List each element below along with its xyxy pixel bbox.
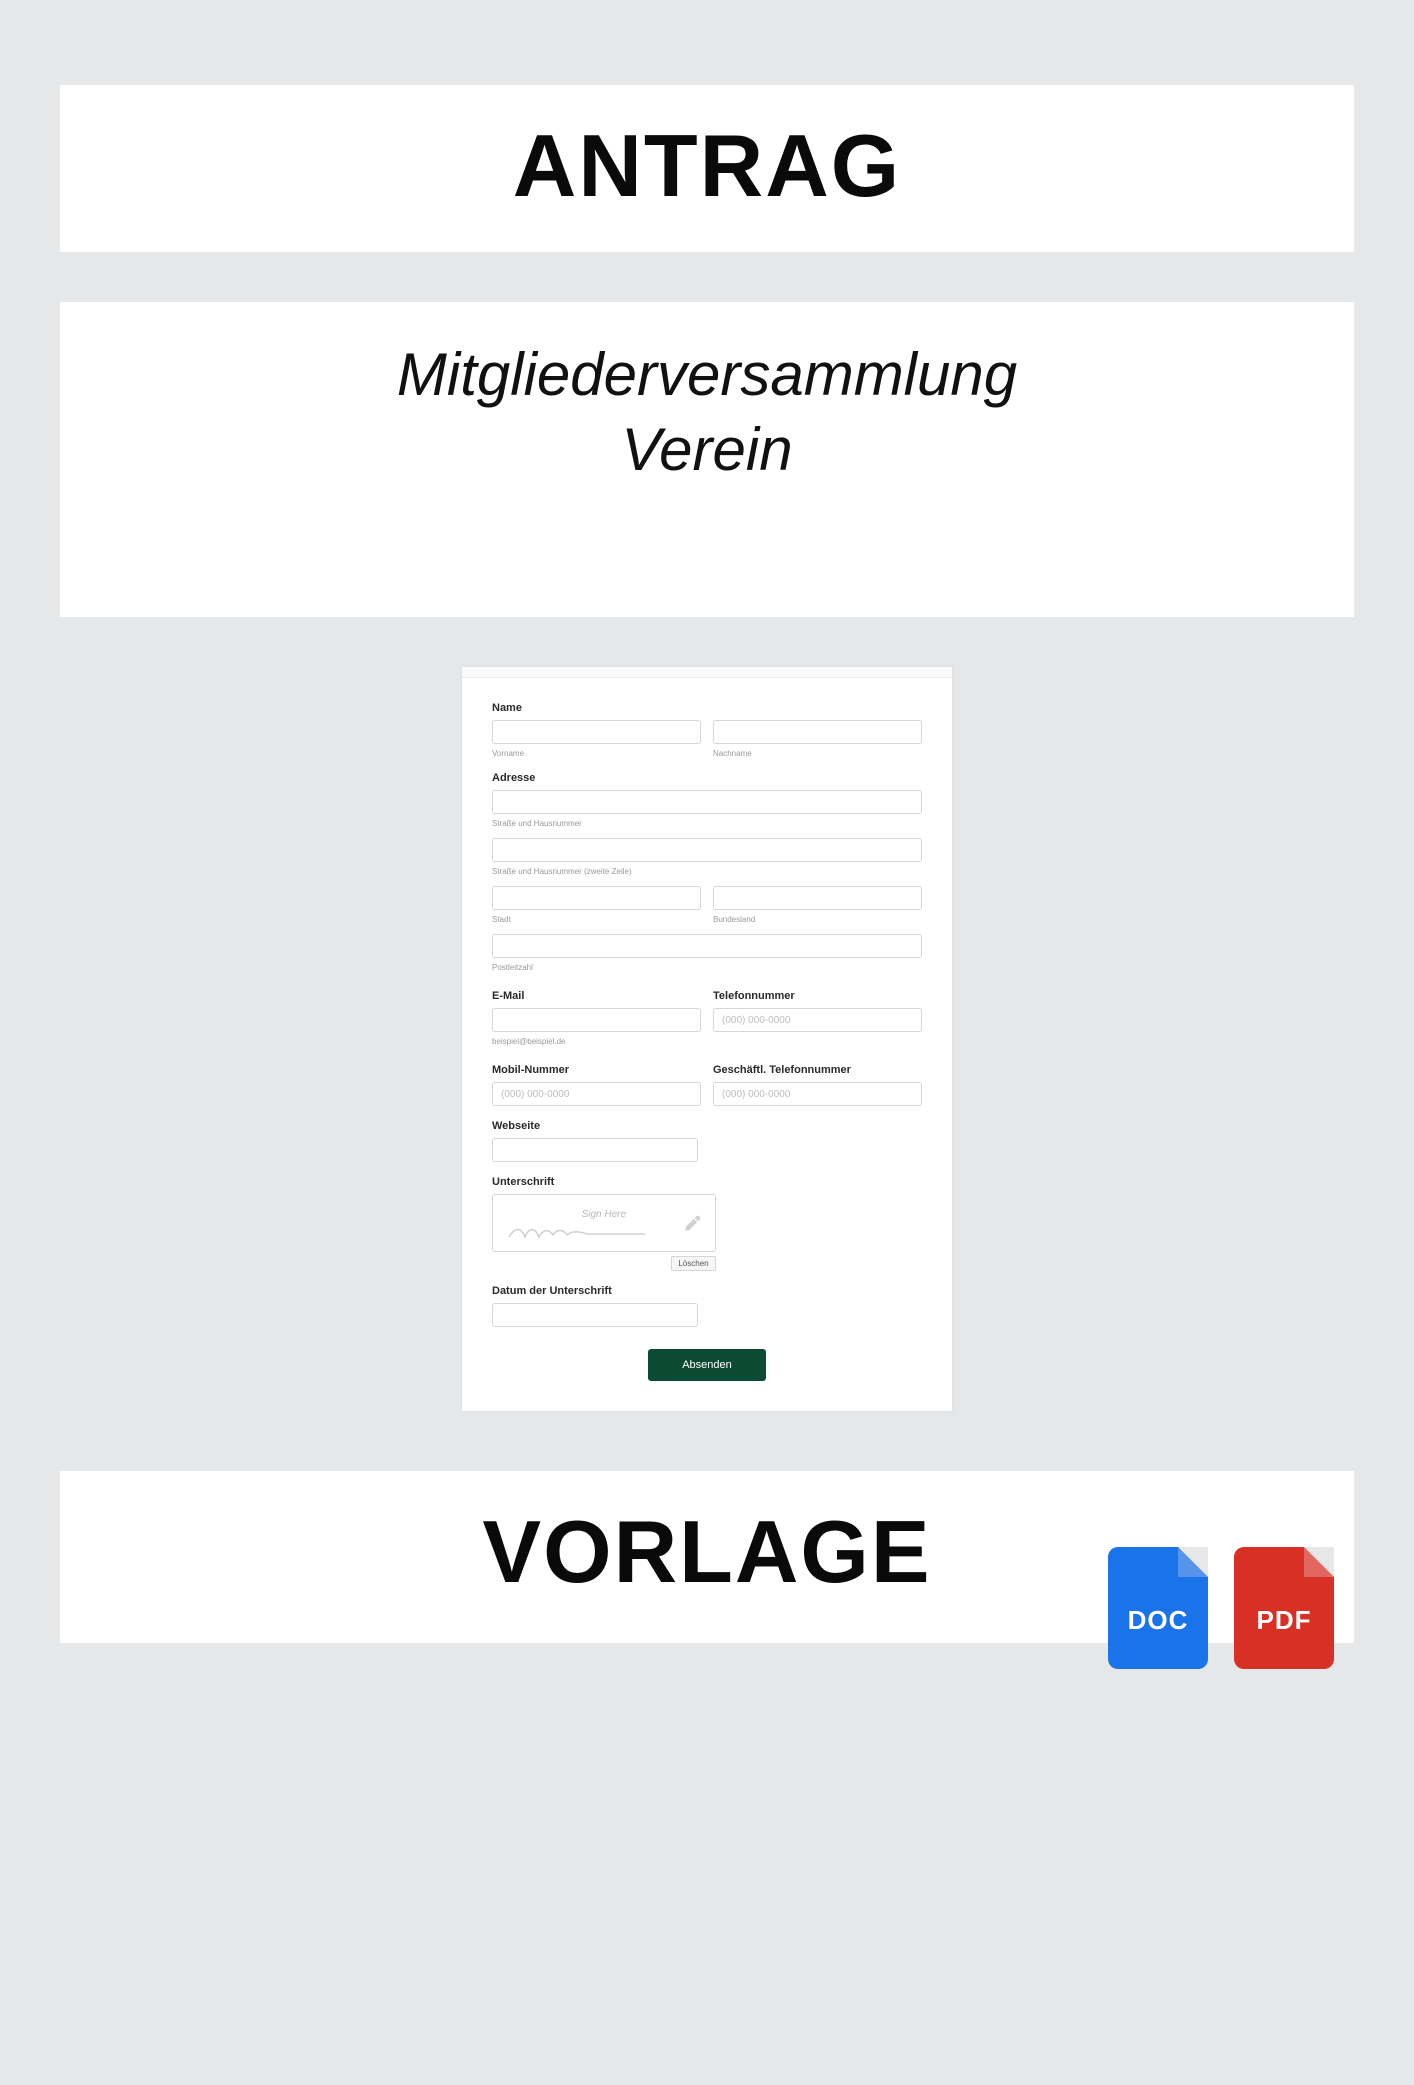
webseite-label: Webseite xyxy=(492,1120,922,1132)
strasse-sublabel: Straße und Hausnummer xyxy=(492,819,922,828)
strasse2-sublabel: Straße und Hausnummer (zweite Zeile) xyxy=(492,867,922,876)
telefon-input[interactable] xyxy=(713,1008,922,1032)
strasse2-input[interactable] xyxy=(492,838,922,862)
header-card: ANTRAG xyxy=(60,85,1354,252)
doc-label: DOC xyxy=(1128,1605,1189,1636)
page-title: ANTRAG xyxy=(60,115,1354,217)
vorname-input[interactable] xyxy=(492,720,701,744)
subtitle-card: Mitgliederversammlung Verein xyxy=(60,302,1354,617)
webseite-input[interactable] xyxy=(492,1138,698,1162)
datum-input[interactable] xyxy=(492,1303,698,1327)
mobil-label: Mobil-Nummer xyxy=(492,1064,701,1076)
name-label: Name xyxy=(492,702,922,714)
sign-here-text: Sign Here xyxy=(582,1209,626,1220)
signature-box[interactable]: Sign Here xyxy=(492,1194,716,1252)
file-icons: DOC PDF xyxy=(1108,1547,1334,1669)
stadt-input[interactable] xyxy=(492,886,701,910)
unterschrift-label: Unterschrift xyxy=(492,1176,922,1188)
submit-button[interactable]: Absenden xyxy=(648,1349,766,1381)
strasse-input[interactable] xyxy=(492,790,922,814)
geschaeft-input[interactable] xyxy=(713,1082,922,1106)
bundesland-input[interactable] xyxy=(713,886,922,910)
telefon-label: Telefonnummer xyxy=(713,990,922,1002)
pdf-file-icon[interactable]: PDF xyxy=(1234,1547,1334,1669)
email-label: E-Mail xyxy=(492,990,701,1002)
signature-scribble-icon xyxy=(507,1223,647,1241)
vorname-sublabel: Vorname xyxy=(492,749,701,758)
plz-input[interactable] xyxy=(492,934,922,958)
form-panel: Name Vorname Nachname Adresse Straße und… xyxy=(462,667,952,1411)
pen-icon xyxy=(683,1213,703,1233)
clear-signature-button[interactable]: Löschen xyxy=(671,1256,715,1271)
nachname-sublabel: Nachname xyxy=(713,749,922,758)
email-input[interactable] xyxy=(492,1008,701,1032)
doc-fold-icon xyxy=(1178,1547,1208,1577)
geschaeft-label: Geschäftl. Telefonnummer xyxy=(713,1064,922,1076)
pdf-label: PDF xyxy=(1257,1605,1312,1636)
bundesland-sublabel: Bundesland xyxy=(713,915,922,924)
mobil-input[interactable] xyxy=(492,1082,701,1106)
nachname-input[interactable] xyxy=(713,720,922,744)
stadt-sublabel: Stadt xyxy=(492,915,701,924)
datum-label: Datum der Unterschrift xyxy=(492,1285,922,1297)
subtitle-line-1: Mitgliederversammlung xyxy=(397,341,1017,408)
adresse-label: Adresse xyxy=(492,772,922,784)
pdf-fold-icon xyxy=(1304,1547,1334,1577)
doc-file-icon[interactable]: DOC xyxy=(1108,1547,1208,1669)
subtitle-line-2: Verein xyxy=(621,416,792,483)
subtitle: Mitgliederversammlung Verein xyxy=(60,337,1354,487)
plz-sublabel: Postleitzahl xyxy=(492,963,922,972)
email-sublabel: beispiel@beispiel.de xyxy=(492,1037,701,1046)
